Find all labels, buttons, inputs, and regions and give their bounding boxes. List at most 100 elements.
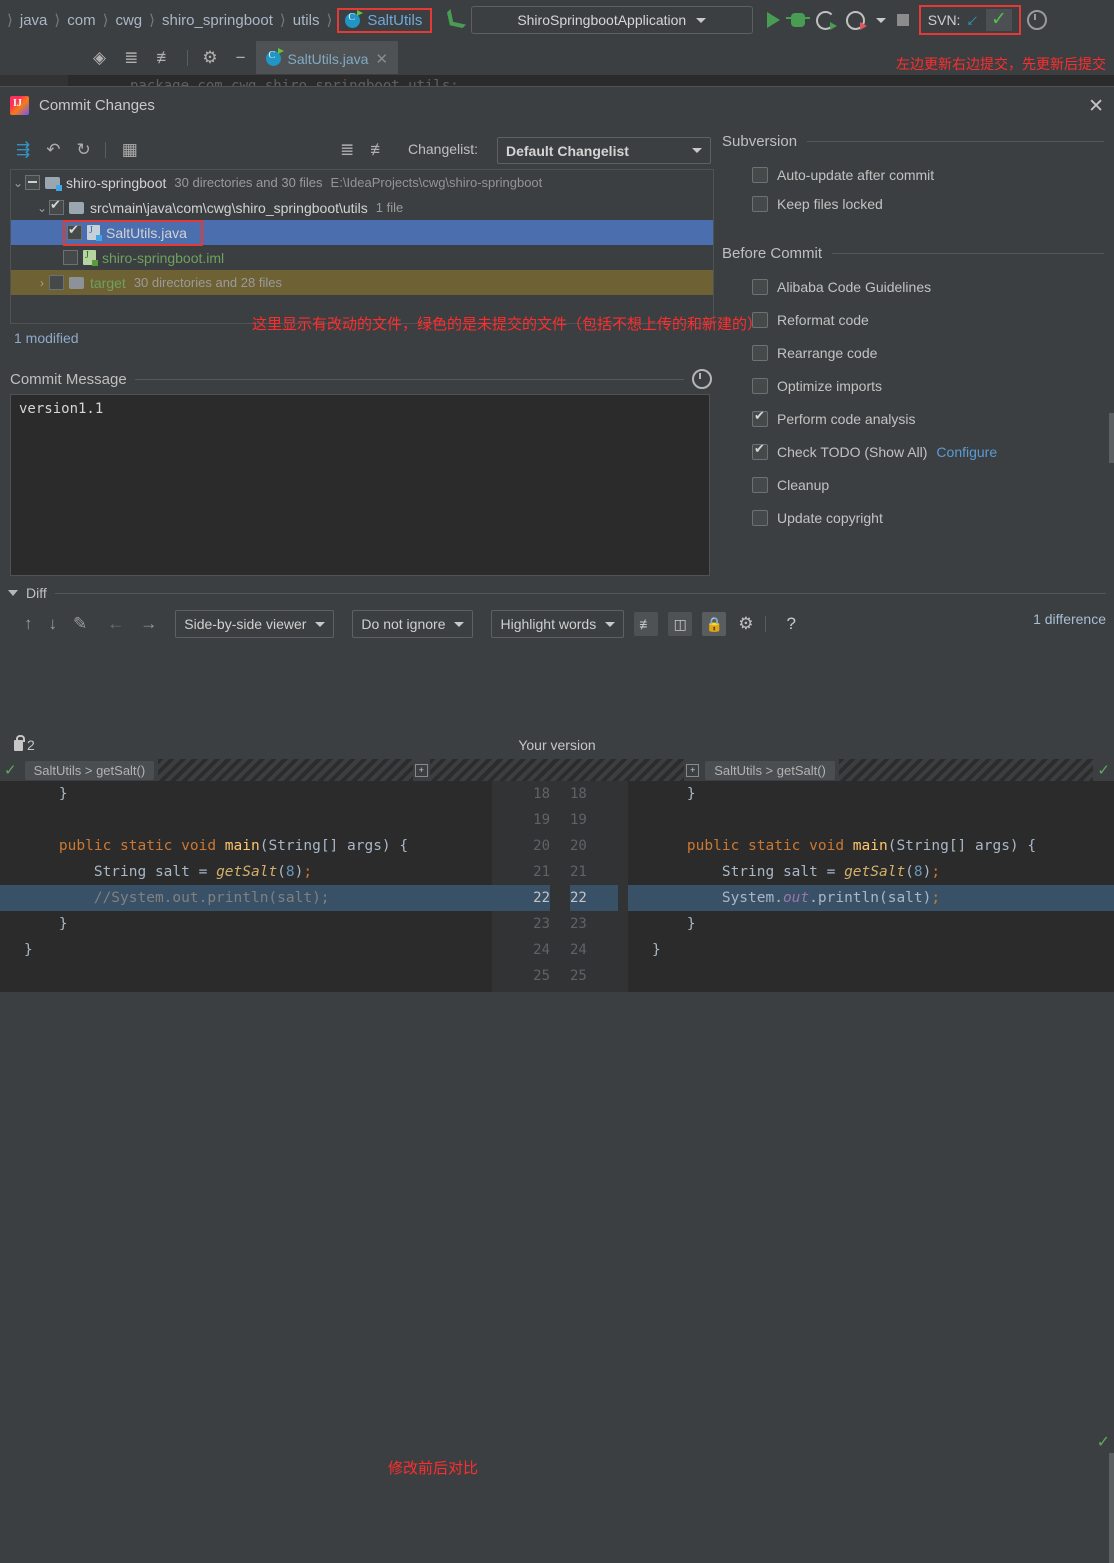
option-rearrange-code[interactable]: Rearrange code — [722, 336, 1104, 369]
svn-commit-icon[interactable]: ✓ — [985, 9, 1012, 31]
table-row[interactable]: SaltUtils.java — [11, 219, 713, 246]
option-cleanup[interactable]: Cleanup — [722, 468, 1104, 501]
chevron-down-icon[interactable]: ⌄ — [11, 176, 25, 190]
ide-top-toolbar: ⟩ java ⟩ com ⟩ cwg ⟩ shiro_springboot ⟩ … — [0, 0, 1114, 40]
section-title: Subversion — [722, 133, 798, 150]
checkbox[interactable] — [752, 278, 768, 295]
option-perform-code-analysis[interactable]: Perform code analysis — [722, 402, 1104, 435]
gear-icon[interactable]: ⚙ — [738, 614, 753, 634]
revert-icon[interactable]: ↶ — [46, 140, 60, 160]
accept-left-icon[interactable]: ← — [107, 614, 124, 634]
breadcrumb-item-utils[interactable]: utils — [291, 12, 322, 29]
diff-scrollbar[interactable] — [1109, 1453, 1114, 1563]
run-icon[interactable] — [766, 12, 780, 28]
checkbox[interactable] — [752, 377, 768, 394]
table-row[interactable]: › target 30 directories and 28 files — [11, 270, 713, 295]
row-checkbox[interactable] — [49, 197, 64, 215]
viewer-mode-select[interactable]: Side-by-side viewer — [175, 610, 335, 638]
collapse-all-icon[interactable]: ≢ — [156, 48, 173, 68]
option-optimize-imports[interactable]: Optimize imports — [722, 369, 1104, 402]
changelist-select[interactable]: Default Changelist — [497, 137, 711, 164]
close-icon[interactable]: ✕ — [1088, 95, 1104, 118]
expand-fragment-icon[interactable]: + — [414, 763, 428, 777]
profile-icon[interactable] — [845, 10, 867, 30]
breadcrumb-item-cwg[interactable]: cwg — [113, 12, 144, 29]
checkbox[interactable] — [752, 344, 768, 361]
line-number: 21 — [570, 864, 587, 880]
annotation-top: 左边更新右边提交，先更新后提交 — [896, 56, 1106, 72]
line-number: 23 — [533, 916, 550, 932]
line-number: 18 — [533, 786, 550, 802]
next-difference-icon[interactable]: ↓ — [49, 614, 58, 634]
row-checkbox[interactable] — [49, 275, 64, 290]
dialog-titlebar: Commit Changes — [0, 87, 1114, 123]
breadcrumb-item-saltutils[interactable]: SaltUtils — [337, 7, 433, 33]
configure-link[interactable]: Configure — [936, 444, 997, 460]
diff-pane-right[interactable]: } public static void main(String[] args)… — [628, 781, 1114, 992]
checkbox[interactable] — [752, 476, 768, 493]
row-checkbox[interactable] — [67, 222, 82, 240]
read-only-lock-icon[interactable]: 🔒 — [702, 612, 727, 636]
ignore-mode-select[interactable]: Do not ignore — [352, 610, 474, 638]
commit-message-input[interactable]: version1.1 — [10, 394, 710, 576]
breadcrumb-item-com[interactable]: com — [65, 12, 97, 29]
refresh-icon[interactable]: ↻ — [77, 140, 91, 160]
option-auto-update-after-commit[interactable]: Auto-update after commit — [722, 159, 1104, 190]
option-check-todo[interactable]: Check TODO (Show All) Configure — [722, 435, 1104, 468]
code-line: } — [24, 786, 68, 802]
collapse-all-icon[interactable]: ≢ — [370, 140, 387, 160]
option-keep-files-locked[interactable]: Keep files locked — [722, 190, 1104, 218]
expand-all-icon[interactable]: ≣ — [124, 48, 138, 68]
option-reformat-code[interactable]: Reformat code — [722, 303, 1104, 336]
table-row[interactable]: ⌄ shiro-springboot 30 directories and 30… — [11, 170, 713, 195]
row-checkbox[interactable] — [63, 250, 78, 265]
group-by-icon[interactable]: ▦ — [122, 140, 138, 160]
changed-files-tree[interactable]: ⌄ shiro-springboot 30 directories and 30… — [10, 169, 714, 324]
synchronize-scroll-icon[interactable]: ◫ — [668, 612, 693, 636]
breadcrumb-item-java[interactable]: java — [18, 12, 50, 29]
chevron-right-icon[interactable]: › — [35, 276, 49, 290]
chevron-down-icon[interactable] — [8, 590, 18, 596]
difference-count: 1 difference — [1033, 611, 1106, 627]
chevron-down-icon[interactable]: ⌄ — [35, 201, 49, 215]
checkbox[interactable] — [752, 441, 768, 460]
editor-tab-saltutils[interactable]: SaltUtils.java ✕ — [255, 41, 399, 74]
table-row[interactable]: shiro-springboot.iml — [11, 245, 713, 270]
previous-difference-icon[interactable]: ↑ — [24, 614, 33, 634]
stop-icon[interactable] — [896, 14, 909, 26]
line-number: 22 — [492, 885, 550, 911]
diff-pane-left[interactable]: } public static void main(String[] args)… — [0, 781, 492, 992]
collapse-unchanged-icon[interactable]: ≢ — [634, 612, 659, 636]
locate-icon[interactable]: ◈ — [93, 48, 106, 68]
history-icon[interactable] — [692, 369, 712, 389]
svn-update-icon[interactable]: ↓ — [962, 9, 984, 31]
highlight-mode-select[interactable]: Highlight words — [491, 610, 625, 638]
edit-source-icon[interactable]: ✎ — [73, 614, 87, 634]
accept-right-icon[interactable]: → — [140, 614, 157, 634]
run-configuration-select[interactable]: ShiroSpringbootApplication — [470, 6, 753, 34]
option-update-copyright[interactable]: Update copyright — [722, 501, 1104, 534]
build-chevron-icon[interactable]: ❮ — [438, 4, 469, 35]
row-checkbox[interactable] — [25, 175, 40, 190]
checkbox[interactable] — [752, 509, 768, 526]
gear-icon[interactable]: ⚙ — [202, 48, 217, 68]
breadcrumb-item-shiro-springboot[interactable]: shiro_springboot — [160, 12, 275, 29]
svn-history-icon[interactable] — [1026, 10, 1047, 30]
checkbox[interactable] — [752, 166, 768, 183]
debug-icon[interactable] — [785, 13, 810, 27]
checkbox[interactable] — [752, 196, 768, 212]
show-diff-icon[interactable]: ⇶ — [16, 140, 30, 160]
table-row[interactable]: ⌄ src\main\java\com\cwg\shiro_springboot… — [11, 195, 713, 220]
help-icon[interactable]: ? — [786, 614, 795, 634]
inspection-ok-icon: ✓ — [4, 762, 17, 779]
close-icon[interactable]: ✕ — [375, 50, 388, 68]
expand-all-icon[interactable]: ≣ — [340, 140, 354, 160]
options-scrollbar[interactable] — [1109, 413, 1114, 463]
diff-section-header[interactable]: Diff — [8, 585, 1106, 601]
hide-icon[interactable]: − — [236, 48, 246, 68]
expand-fragment-icon[interactable]: + — [686, 763, 700, 777]
chevron-down-icon[interactable] — [875, 17, 886, 23]
option-alibaba-code-guidelines[interactable]: Alibaba Code Guidelines — [722, 270, 1104, 303]
checkbox[interactable] — [752, 408, 768, 427]
run-with-coverage-icon[interactable] — [815, 10, 837, 30]
